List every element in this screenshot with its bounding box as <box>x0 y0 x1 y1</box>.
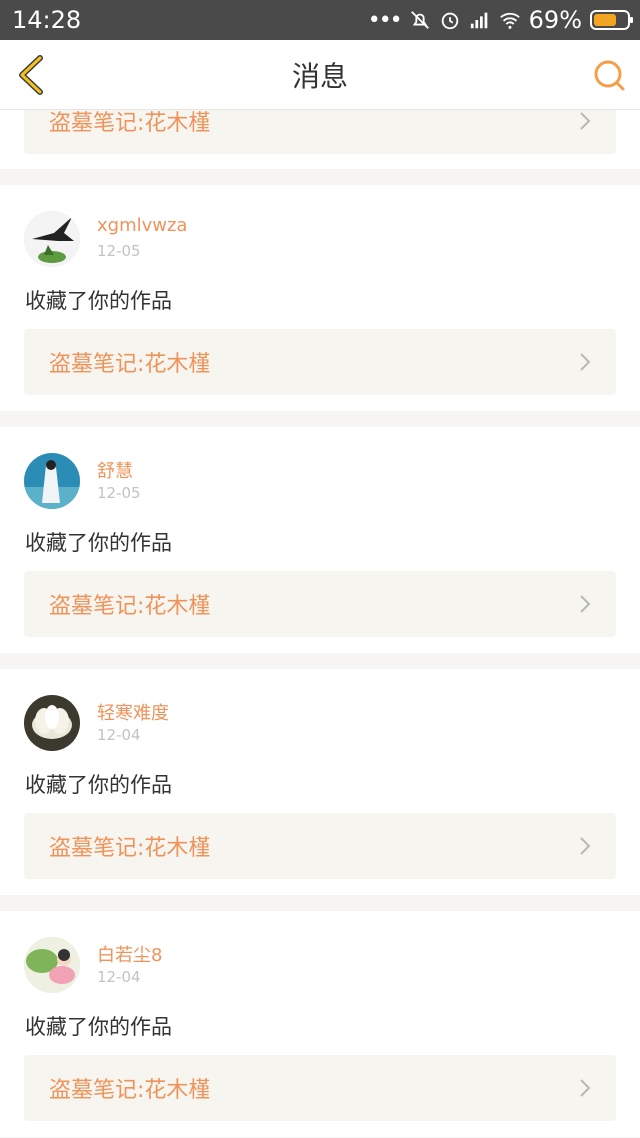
action-text: 收藏了你的作品 <box>25 773 172 797</box>
username[interactable]: 白若尘8 <box>97 941 162 967</box>
list-item: 盗墓笔记:花木槿 <box>0 110 640 169</box>
divider <box>0 411 640 427</box>
work-link[interactable]: 盗墓笔记:花木槿 <box>24 1055 616 1121</box>
timestamp: 12-04 <box>97 726 141 744</box>
more-dots-icon: ••• <box>367 7 403 33</box>
divider <box>0 895 640 911</box>
action-text: 收藏了你的作品 <box>25 531 172 555</box>
avatar[interactable] <box>24 453 80 509</box>
work-title: 盗墓笔记:花木槿 <box>49 836 211 861</box>
list-item: 舒慧 12-05 收藏了你的作品 盗墓笔记:花木槿 <box>0 427 640 653</box>
action-text: 收藏了你的作品 <box>25 289 172 313</box>
chevron-right-icon <box>580 112 591 130</box>
chevron-right-icon <box>580 837 591 855</box>
work-title: 盗墓笔记:花木槿 <box>49 1078 211 1103</box>
action-text: 收藏了你的作品 <box>25 1015 172 1039</box>
work-title: 盗墓笔记:花木槿 <box>49 352 211 377</box>
lotus-avatar-image <box>24 695 80 751</box>
battery-percent: 69% <box>528 6 582 34</box>
status-icons: ••• 69% <box>367 6 633 34</box>
search-icon[interactable] <box>592 58 626 92</box>
timestamp: 12-05 <box>97 242 141 260</box>
avatar[interactable] <box>24 211 80 267</box>
divider <box>0 653 640 669</box>
page-title: 消息 <box>291 59 348 93</box>
header-bar: 消息 <box>0 40 640 110</box>
work-link[interactable]: 盗墓笔记:花木槿 <box>24 813 616 879</box>
status-bar: 14:28 ••• 69% <box>0 0 640 40</box>
avatar[interactable] <box>24 937 80 993</box>
work-title: 盗墓笔记:花木槿 <box>49 594 211 619</box>
alarm-icon <box>441 12 458 30</box>
wifi-icon <box>499 12 520 29</box>
username[interactable]: 舒慧 <box>97 457 133 483</box>
bird-avatar-image <box>24 211 80 267</box>
message-feed[interactable]: 盗墓笔记:花木槿 xgmlvwza 12-05 收藏了你的作品 盗墓笔记:花木槿 <box>0 110 640 1138</box>
cartoon-avatar-image <box>24 937 80 993</box>
chevron-right-icon <box>580 1079 591 1097</box>
chevron-left-icon[interactable] <box>14 54 48 96</box>
list-item: xgmlvwza 12-05 收藏了你的作品 盗墓笔记:花木槿 <box>0 185 640 411</box>
work-link[interactable]: 盗墓笔记:花木槿 <box>24 110 616 154</box>
timestamp: 12-05 <box>97 484 141 502</box>
signal-icon <box>470 12 487 29</box>
list-item: 轻寒难度 12-04 收藏了你的作品 盗墓笔记:花木槿 <box>0 669 640 895</box>
battery-icon <box>590 10 633 30</box>
chevron-right-icon <box>580 353 591 371</box>
avatar[interactable] <box>24 695 80 751</box>
work-title: 盗墓笔记:花木槿 <box>49 111 211 136</box>
username[interactable]: xgmlvwza <box>97 215 187 236</box>
work-link[interactable]: 盗墓笔记:花木槿 <box>24 329 616 395</box>
figure-avatar-image <box>24 453 80 509</box>
username[interactable]: 轻寒难度 <box>97 699 169 725</box>
divider <box>0 169 640 185</box>
muted-bell-icon <box>410 11 429 29</box>
list-item: 白若尘8 12-04 收藏了你的作品 盗墓笔记:花木槿 <box>0 911 640 1137</box>
chevron-right-icon <box>580 595 591 613</box>
status-time: 14:28 <box>12 6 82 34</box>
timestamp: 12-04 <box>97 968 141 986</box>
work-link[interactable]: 盗墓笔记:花木槿 <box>24 571 616 637</box>
